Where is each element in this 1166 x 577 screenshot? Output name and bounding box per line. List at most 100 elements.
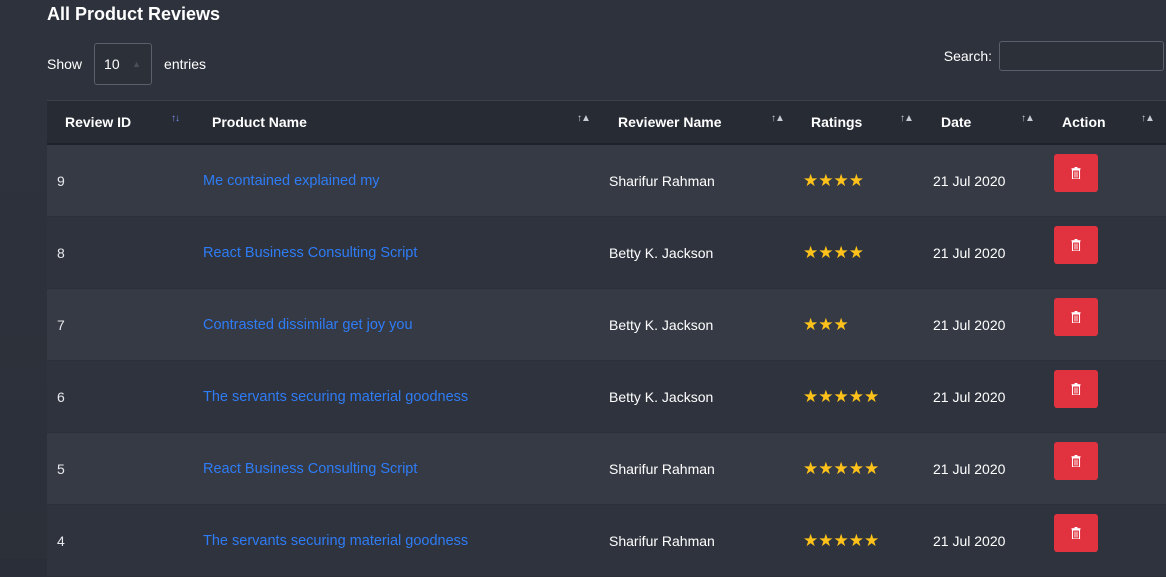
column-header-product-name[interactable]: Product Name bbox=[212, 101, 307, 143]
delete-review-button[interactable] bbox=[1054, 226, 1098, 264]
sort-desc-active-icon[interactable]: ↑↓ bbox=[171, 113, 180, 124]
date-cell: 21 Jul 2020 bbox=[933, 244, 1006, 261]
column-label: Product Name bbox=[212, 114, 307, 130]
delete-review-button[interactable] bbox=[1054, 154, 1098, 192]
reviews-panel: All Product Reviews Show 10 ▲ entries Se… bbox=[0, 0, 1166, 577]
page-title: All Product Reviews bbox=[47, 4, 221, 24]
trash-icon bbox=[1071, 455, 1081, 467]
reviewer-name-cell: Sharifur Rahman bbox=[609, 532, 715, 549]
date-cell: 21 Jul 2020 bbox=[933, 316, 1006, 333]
select-arrows-icon: ▲ bbox=[132, 59, 142, 69]
star-icon: ★ bbox=[864, 458, 880, 478]
star-icon: ★ bbox=[848, 170, 864, 190]
reviewer-name-cell: Sharifur Rahman bbox=[609, 172, 715, 189]
trash-icon bbox=[1071, 167, 1081, 179]
column-label: Reviewer Name bbox=[618, 114, 722, 130]
trash-icon bbox=[1071, 383, 1081, 395]
column-header-ratings[interactable]: Ratings bbox=[811, 101, 862, 143]
product-name-link[interactable]: Me contained explained my bbox=[203, 145, 380, 216]
length-control: Show 10 ▲ entries bbox=[47, 42, 206, 86]
delete-review-button[interactable] bbox=[1054, 442, 1098, 480]
reviewer-name-cell: Betty K. Jackson bbox=[609, 316, 714, 333]
entries-label: entries bbox=[164, 56, 207, 72]
review-id-cell: 4 bbox=[57, 532, 65, 549]
date-cell: 21 Jul 2020 bbox=[933, 172, 1006, 189]
product-name-link[interactable]: The servants securing material goodness bbox=[203, 361, 468, 432]
star-icon: ★ bbox=[803, 386, 819, 406]
star-icon: ★ bbox=[848, 386, 864, 406]
delete-review-button[interactable] bbox=[1054, 514, 1098, 552]
product-name-link[interactable]: React Business Consulting Script bbox=[203, 217, 417, 288]
star-icon: ★ bbox=[833, 386, 849, 406]
reviewer-name-cell: Sharifur Rahman bbox=[609, 460, 715, 477]
column-header-review-id[interactable]: Review ID bbox=[65, 101, 131, 143]
review-id-cell: 8 bbox=[57, 244, 65, 261]
table-row: 4 The servants securing material goodness… bbox=[47, 505, 1166, 577]
search-control: Search: bbox=[944, 41, 1164, 71]
star-icon: ★ bbox=[848, 530, 864, 550]
star-icon: ★ bbox=[803, 458, 819, 478]
sort-both-icon[interactable]: ↑▲ bbox=[771, 113, 785, 124]
sort-both-icon[interactable]: ↑▲ bbox=[1021, 113, 1035, 124]
entries-per-page-select[interactable]: 10 ▲ bbox=[94, 43, 153, 85]
star-icon: ★ bbox=[848, 242, 864, 262]
table-row: 6 The servants securing material goodness… bbox=[47, 361, 1166, 433]
rating-stars: ★ ★ ★ ★ bbox=[803, 145, 864, 216]
date-cell: 21 Jul 2020 bbox=[933, 388, 1006, 405]
reviews-table: Review ID ↑↓ Product Name ↑▲ Reviewer Na… bbox=[47, 100, 1166, 577]
star-icon: ★ bbox=[803, 170, 819, 190]
search-input[interactable] bbox=[999, 41, 1164, 71]
column-header-action[interactable]: Action bbox=[1062, 101, 1106, 143]
date-cell: 21 Jul 2020 bbox=[933, 532, 1006, 549]
trash-icon bbox=[1071, 527, 1081, 539]
column-header-date[interactable]: Date bbox=[941, 101, 971, 143]
column-label: Date bbox=[941, 114, 972, 130]
rating-stars: ★ ★ ★ ★ ★ bbox=[803, 361, 879, 432]
star-icon: ★ bbox=[818, 386, 834, 406]
sort-both-icon[interactable]: ↑▲ bbox=[1141, 113, 1155, 124]
star-icon: ★ bbox=[833, 242, 849, 262]
star-icon: ★ bbox=[818, 242, 834, 262]
column-label: Review ID bbox=[65, 114, 132, 130]
star-icon: ★ bbox=[803, 314, 819, 334]
star-icon: ★ bbox=[833, 458, 849, 478]
reviewer-name-cell: Betty K. Jackson bbox=[609, 388, 714, 405]
search-label: Search: bbox=[943, 48, 992, 64]
star-icon: ★ bbox=[803, 242, 819, 262]
sort-both-icon[interactable]: ↑▲ bbox=[577, 113, 591, 124]
review-id-cell: 7 bbox=[57, 316, 65, 333]
star-icon: ★ bbox=[833, 530, 849, 550]
trash-icon bbox=[1071, 311, 1081, 323]
show-label: Show bbox=[47, 56, 83, 72]
entries-per-page-value: 10 bbox=[104, 56, 120, 72]
delete-review-button[interactable] bbox=[1054, 298, 1098, 336]
star-icon: ★ bbox=[833, 170, 849, 190]
rating-stars: ★ ★ ★ ★ ★ bbox=[803, 505, 879, 576]
table-row: 7 Contrasted dissimilar get joy you Betty … bbox=[47, 289, 1166, 361]
column-header-reviewer-name[interactable]: Reviewer Name bbox=[618, 101, 722, 143]
table-row: 8 React Business Consulting Script Betty K… bbox=[47, 217, 1166, 289]
star-icon: ★ bbox=[818, 314, 834, 334]
delete-review-button[interactable] bbox=[1054, 370, 1098, 408]
review-id-cell: 5 bbox=[57, 460, 65, 477]
product-name-link[interactable]: React Business Consulting Script bbox=[203, 433, 417, 504]
product-name-link[interactable]: The servants securing material goodness bbox=[203, 505, 468, 576]
review-id-cell: 6 bbox=[57, 388, 65, 405]
table-body: 9 Me contained explained my Sharifur Rahma… bbox=[47, 145, 1166, 577]
reviewer-name-cell: Betty K. Jackson bbox=[609, 244, 714, 261]
product-name-link[interactable]: Contrasted dissimilar get joy you bbox=[203, 289, 413, 360]
star-icon: ★ bbox=[833, 314, 849, 334]
rating-stars: ★ ★ ★ ★ ★ bbox=[803, 433, 879, 504]
column-label: Action bbox=[1062, 114, 1106, 130]
column-label: Ratings bbox=[811, 114, 863, 130]
rating-stars: ★ ★ ★ ★ bbox=[803, 217, 864, 288]
sort-both-icon[interactable]: ↑▲ bbox=[900, 113, 914, 124]
star-icon: ★ bbox=[803, 530, 819, 550]
date-cell: 21 Jul 2020 bbox=[933, 460, 1006, 477]
star-icon: ★ bbox=[864, 530, 880, 550]
rating-stars: ★ ★ ★ bbox=[803, 289, 849, 360]
star-icon: ★ bbox=[848, 458, 864, 478]
star-icon: ★ bbox=[818, 170, 834, 190]
table-header: Review ID ↑↓ Product Name ↑▲ Reviewer Na… bbox=[47, 100, 1166, 145]
table-row: 9 Me contained explained my Sharifur Rahma… bbox=[47, 145, 1166, 217]
